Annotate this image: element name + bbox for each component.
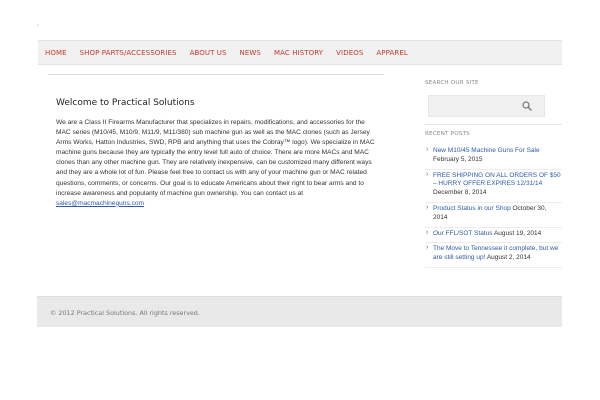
list-item: Product Status in our Shop October 30, 2… <box>425 203 562 228</box>
list-item: FREE SHIPPING ON ALL ORDERS OF $50 – HUR… <box>425 170 562 203</box>
list-item: The Move to Tennessee it complete, but w… <box>425 243 562 268</box>
intro-text: We are a Class II Firearms Manufacturer … <box>56 119 375 197</box>
nav-news[interactable]: NEWS <box>233 49 267 57</box>
nav-home[interactable]: HOME <box>38 49 73 57</box>
search-form <box>428 95 545 117</box>
search-heading: SEARCH OUR SITE <box>425 80 479 86</box>
nav-shop[interactable]: SHOP PARTS/ACCESSORIES <box>73 49 183 57</box>
nav-about[interactable]: ABOUT US <box>183 49 233 57</box>
copyright-text: © 2012 Practical Solutions. All rights r… <box>50 309 200 317</box>
email-link[interactable]: sales@macmachineguns.com <box>56 200 144 207</box>
sidebar-divider <box>425 124 562 125</box>
post-date: December 8, 2014 <box>433 189 487 197</box>
site-logo-mark: ° <box>37 24 39 30</box>
nav-videos[interactable]: VIDEOS <box>329 49 369 57</box>
post-date: August 2, 2014 <box>486 254 531 262</box>
main-nav: HOME SHOP PARTS/ACCESSORIES ABOUT US NEW… <box>38 40 562 65</box>
page-title: Welcome to Practical Solutions <box>56 98 195 108</box>
post-link[interactable]: FREE SHIPPING ON ALL ORDERS OF $50 – HUR… <box>433 172 561 188</box>
recent-posts-list: New M10/45 Machine Guns For Sale Februar… <box>425 145 562 268</box>
post-date: August 19, 2014 <box>493 229 542 237</box>
post-date: February 5, 2015 <box>433 155 483 163</box>
recent-posts-heading: RECENT POSTS <box>425 131 470 137</box>
search-icon[interactable] <box>522 101 532 111</box>
intro-paragraph: We are a Class II Firearms Manufacturer … <box>56 118 378 209</box>
post-link[interactable]: Product Status in our Shop <box>433 205 511 212</box>
nav-mac-history[interactable]: MAC HISTORY <box>267 49 329 57</box>
content-divider <box>48 74 384 75</box>
site-footer: © 2012 Practical Solutions. All rights r… <box>37 296 562 327</box>
list-item: New M10/45 Machine Guns For Sale Februar… <box>425 145 562 170</box>
nav-apparel[interactable]: APPAREL <box>369 49 413 57</box>
list-item: Our FFL/SOT Status August 19, 2014 <box>425 228 562 244</box>
search-input[interactable] <box>429 99 527 117</box>
post-link[interactable]: Our FFL/SOT Status <box>433 230 492 237</box>
post-link[interactable]: New M10/45 Machine Guns For Sale <box>433 147 540 154</box>
